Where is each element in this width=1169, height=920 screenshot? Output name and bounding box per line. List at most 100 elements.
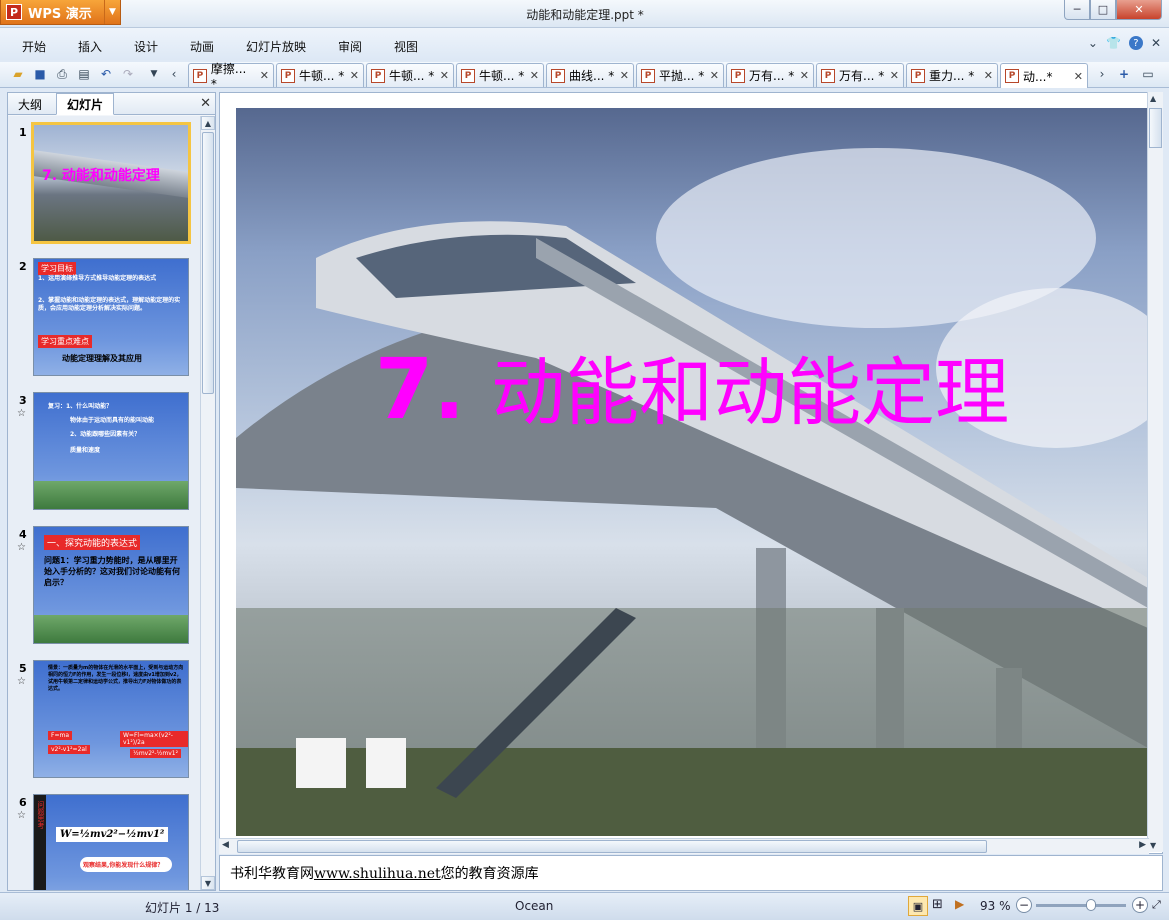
save-icon[interactable]: ■ <box>32 66 48 82</box>
notes-link[interactable]: www.shulihua.net <box>314 866 441 882</box>
slide-thumb-row[interactable]: 6 ☆ 问题思考 W=½mv2²−½mv1² 观察结果,你能发现什么规律？ <box>8 794 201 890</box>
slide-thumbnail-6[interactable]: 问题思考 W=½mv2²−½mv1² 观察结果,你能发现什么规律？ <box>33 794 189 890</box>
title-bar: P WPS 演示 ▼ 动能和动能定理.ppt * ─ □ ✕ <box>0 0 1169 28</box>
slide-thumbnail-1[interactable]: 7. 动能和动能定理 <box>31 122 191 244</box>
slide-number: 5 <box>19 662 27 675</box>
doc-tab-8[interactable]: P 万有... * ✕ <box>816 63 904 87</box>
scroll-up-icon[interactable]: ▲ <box>1150 94 1156 103</box>
slide-number: 1 <box>19 126 27 139</box>
skin-icon[interactable]: 👕 <box>1106 36 1121 50</box>
doc-tab-label: 摩擦... * <box>210 62 247 91</box>
menu-design[interactable]: 设计 <box>134 38 158 55</box>
scroll-down-icon[interactable]: ▼ <box>201 876 215 890</box>
zoom-in-icon[interactable]: + <box>1132 897 1148 913</box>
slide-sorter-icon[interactable]: ⊞ <box>932 897 943 912</box>
ppt-file-icon: P <box>911 68 925 83</box>
doc-tab-2[interactable]: P 牛顿... * ✕ <box>276 63 364 87</box>
doc-tab-9[interactable]: P 重力... * ✕ <box>906 63 998 87</box>
scrollbar-thumb[interactable] <box>202 132 214 394</box>
tab-outline[interactable]: 大纲 <box>8 93 52 115</box>
menu-animation[interactable]: 动画 <box>190 38 214 55</box>
slide-text: 2、动能跟哪些因素有关？ <box>70 431 141 438</box>
notes-pane[interactable]: 书利华教育网www.shulihua.net您的教育资源库 <box>219 855 1163 891</box>
close-tab-icon[interactable]: ✕ <box>620 69 629 82</box>
canvas-horizontal-scrollbar[interactable]: ◀ ▶ <box>219 838 1149 854</box>
ribbon-close-icon[interactable]: ✕ <box>1151 36 1161 50</box>
close-tab-icon[interactable]: ✕ <box>1074 70 1083 83</box>
menu-review[interactable]: 审阅 <box>338 38 362 55</box>
tab-slides[interactable]: 幻灯片 <box>56 93 115 115</box>
scroll-up-icon[interactable]: ▲ <box>201 116 215 130</box>
slide-thumb-row[interactable]: 5 ☆ 情景：一质量为m的物体在光滑的水平面上，受到与运动方向相同的恒力F的作用… <box>8 660 201 784</box>
scroll-down-icon[interactable]: ▼ <box>1150 841 1156 850</box>
doc-tab-4[interactable]: P 牛顿... * ✕ <box>456 63 544 87</box>
scroll-left-icon[interactable]: ◀ <box>222 840 229 850</box>
close-window-button[interactable]: ✕ <box>1116 0 1162 20</box>
doc-tab-3[interactable]: P 牛顿... * ✕ <box>366 63 454 87</box>
thumbnail-scrollbar[interactable]: ▲ ▼ <box>200 116 215 890</box>
doc-tab-label: 动...* <box>1023 69 1053 84</box>
fit-window-icon[interactable]: ⤢ <box>1152 898 1161 912</box>
close-panel-icon[interactable]: ✕ <box>200 96 211 111</box>
doc-tab-active[interactable]: P 动...* ✕ <box>1000 63 1088 88</box>
close-tab-icon[interactable]: ✕ <box>984 69 993 82</box>
zoom-slider[interactable] <box>1036 899 1126 911</box>
maximize-button[interactable]: □ <box>1090 0 1116 20</box>
menu-slideshow[interactable]: 幻灯片放映 <box>246 38 306 55</box>
scrollbar-thumb[interactable] <box>237 840 987 853</box>
formula-box: v2²-v1²=2al <box>48 745 90 754</box>
doc-tab-label: 平抛... * <box>659 69 705 83</box>
menu-view[interactable]: 视图 <box>394 38 418 55</box>
print-preview-icon[interactable]: ▤ <box>76 66 92 82</box>
slide-thumbnail-3[interactable]: 复习：1、什么叫动能？ 物体由于运动而具有的能叫动能 2、动能跟哪些因素有关？ … <box>33 392 189 510</box>
close-tab-icon[interactable]: ✕ <box>260 69 269 82</box>
collapse-ribbon-icon[interactable]: ⌄ <box>1088 36 1098 50</box>
scroll-right-icon[interactable]: ▶ <box>1139 840 1146 850</box>
toolbar-dropdown-icon[interactable]: ▼ <box>146 66 162 82</box>
redo-icon[interactable]: ↷ <box>120 66 136 82</box>
tabs-scroll-left-icon[interactable]: ‹ <box>166 66 182 82</box>
close-tab-icon[interactable]: ✕ <box>350 69 359 82</box>
close-tab-icon[interactable]: ✕ <box>800 69 809 82</box>
close-tab-icon[interactable]: ✕ <box>890 69 899 82</box>
zoom-out-icon[interactable]: − <box>1016 897 1032 913</box>
scrollbar-thumb[interactable] <box>1149 108 1162 148</box>
slide-thumbnail-4[interactable]: 一、探究动能的表达式 问题1：学习重力势能时，是从哪里开始入手分析的？这对我们讨… <box>33 526 189 644</box>
tabs-scroll-right-icon[interactable]: › <box>1094 66 1110 82</box>
slide-text: 动能定理理解及其应用 <box>62 354 142 363</box>
menu-insert[interactable]: 插入 <box>78 38 102 55</box>
slide-thumbnail-5[interactable]: 情景：一质量为m的物体在光滑的水平面上，受到与运动方向相同的恒力F的作用，发生一… <box>33 660 189 778</box>
normal-view-icon[interactable]: ▣ <box>908 896 928 916</box>
doc-tab-5[interactable]: P 曲线... * ✕ <box>546 63 634 87</box>
notes-suffix: 您的教育资源库 <box>440 866 539 882</box>
slide-thumbnail-2[interactable]: 学习目标 1、运用演绎推导方式推导动能定理的表达式 2、掌握动能和动能定理的表达… <box>33 258 189 376</box>
help-icon[interactable]: ? <box>1128 36 1143 50</box>
slide-thumb-row[interactable]: 2 学习目标 1、运用演绎推导方式推导动能定理的表达式 2、掌握动能和动能定理的… <box>8 258 201 382</box>
close-tab-icon[interactable]: ✕ <box>530 69 539 82</box>
undo-icon[interactable]: ↶ <box>98 66 114 82</box>
slide-title[interactable]: 7. 动能和动能定理 <box>236 333 1148 440</box>
minimize-button[interactable]: ─ <box>1064 0 1090 20</box>
slide-thumb-row[interactable]: 4 ☆ 一、探究动能的表达式 问题1：学习重力势能时，是从哪里开始入手分析的？这… <box>8 526 201 650</box>
open-folder-icon[interactable]: ▰ <box>10 66 26 82</box>
zoom-slider-thumb[interactable] <box>1086 899 1096 911</box>
current-slide[interactable]: 7. 动能和动能定理 <box>236 108 1148 836</box>
wps-app-menu-button[interactable]: P WPS 演示 ▼ <box>0 0 121 25</box>
tab-list-icon[interactable]: ▭ <box>1140 66 1156 82</box>
star-icon: ☆ <box>17 408 26 419</box>
slide-thumb-row[interactable]: 3 ☆ 复习：1、什么叫动能？ 物体由于运动而具有的能叫动能 2、动能跟哪些因素… <box>8 392 201 516</box>
slide-thumb-row[interactable]: 1 7. 动能和动能定理 <box>8 122 201 248</box>
close-tab-icon[interactable]: ✕ <box>440 69 449 82</box>
slide-editor-canvas[interactable]: 7. 动能和动能定理 <box>219 92 1163 854</box>
print-icon[interactable]: ⎙ <box>54 66 70 82</box>
chevron-down-icon[interactable]: ▼ <box>104 0 120 24</box>
formula-box: F=ma <box>48 731 72 740</box>
new-tab-icon[interactable]: + <box>1116 66 1132 82</box>
close-tab-icon[interactable]: ✕ <box>710 69 719 82</box>
slideshow-icon[interactable]: ▶ <box>955 897 964 911</box>
menu-start[interactable]: 开始 <box>22 38 46 55</box>
canvas-vertical-scrollbar[interactable]: ▲ ▼ <box>1147 92 1163 852</box>
doc-tab-6[interactable]: P 平抛... * ✕ <box>636 63 724 87</box>
doc-tab-7[interactable]: P 万有... * ✕ <box>726 63 814 87</box>
doc-tab-1[interactable]: P 摩擦... * ✕ <box>188 62 274 91</box>
